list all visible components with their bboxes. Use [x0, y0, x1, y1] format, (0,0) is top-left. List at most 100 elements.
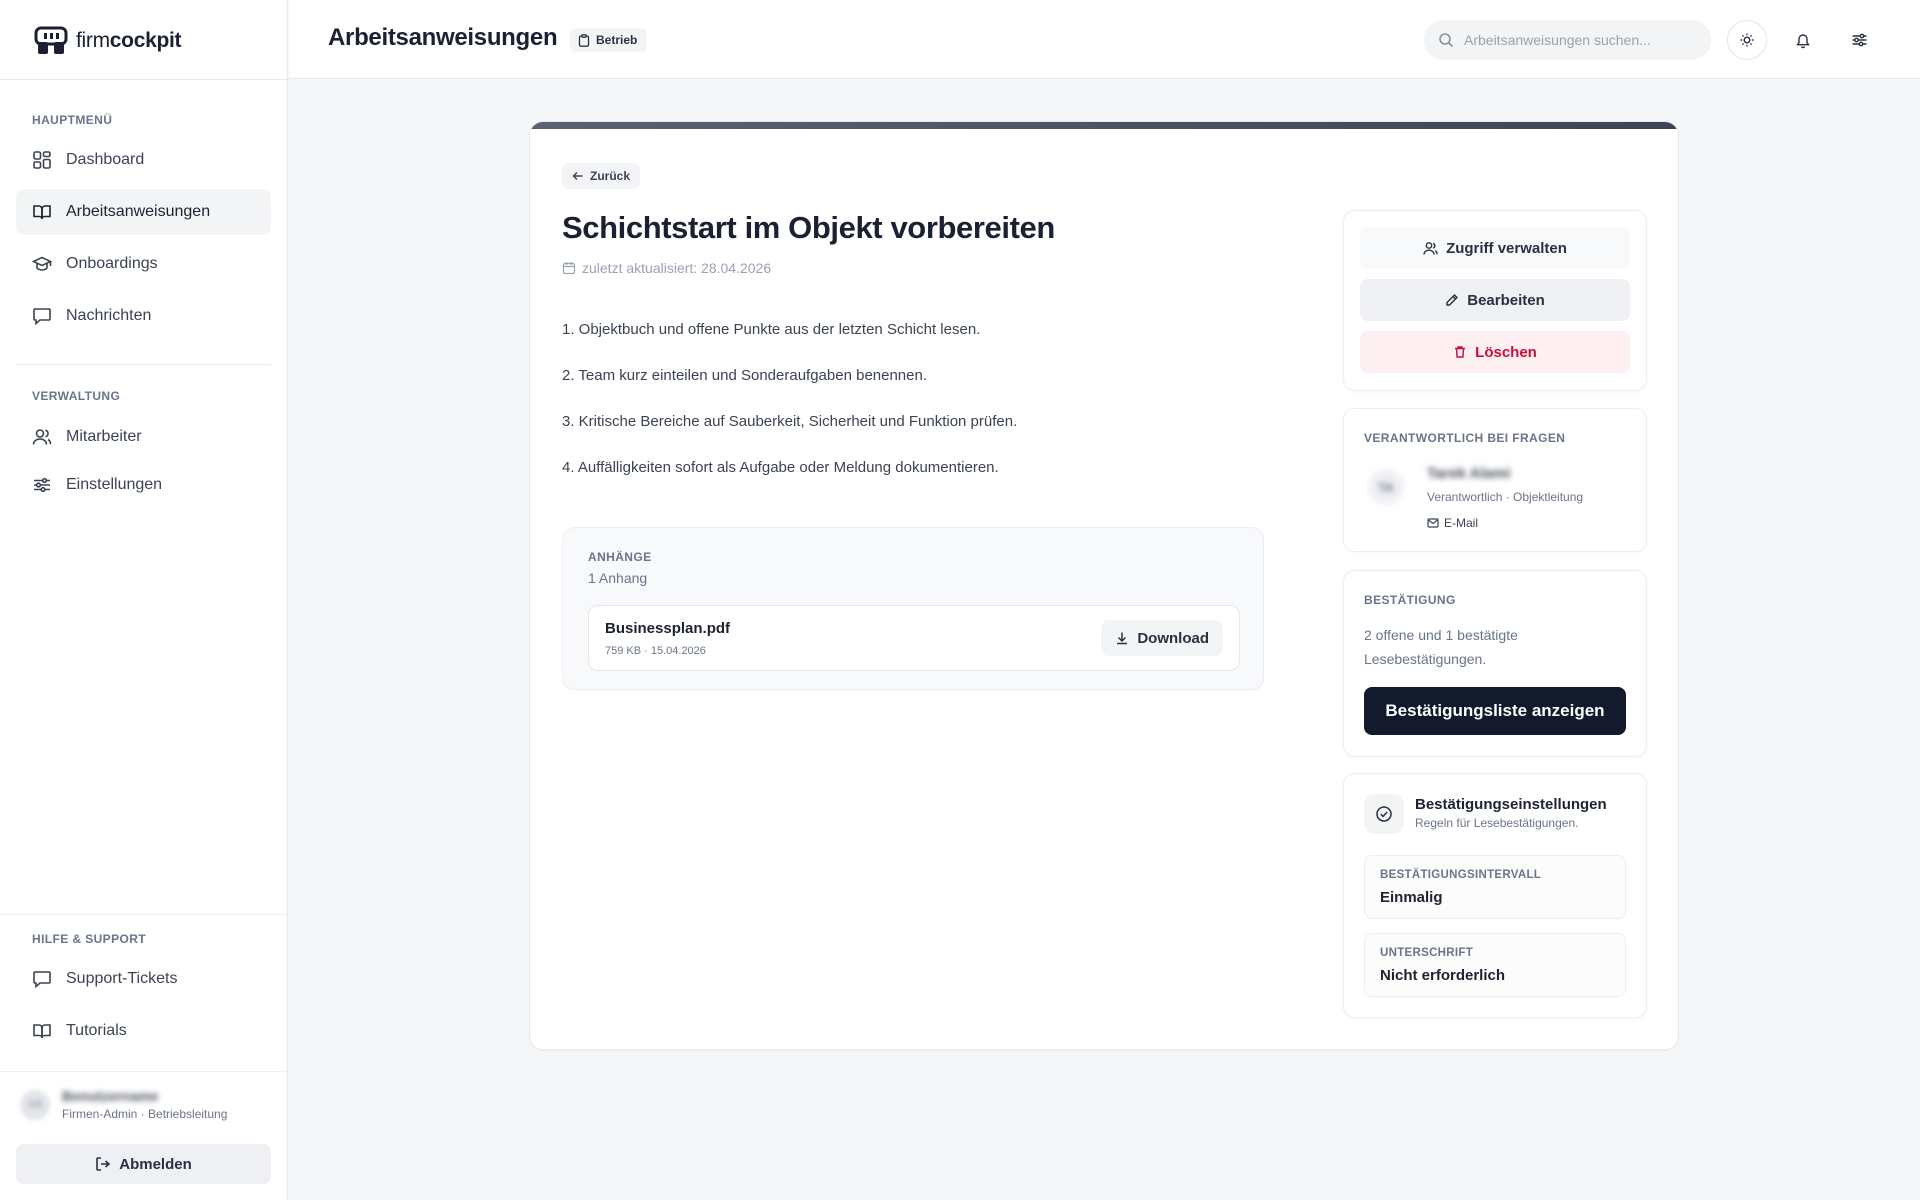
sidebar-item-label: Onboardings — [66, 255, 158, 272]
back-button[interactable]: Zurück — [562, 163, 641, 189]
divider — [16, 364, 271, 365]
interval-label: BESTÄTIGUNGSINTERVALL — [1380, 869, 1542, 881]
logout-label: Abmelden — [119, 1155, 192, 1173]
step-item: 1. Objektbuch und offene Punkte aus der … — [562, 321, 981, 338]
mail-icon — [1427, 518, 1439, 528]
interval-value: Einmalig — [1380, 889, 1443, 906]
bell-icon — [1796, 33, 1810, 48]
top-header: Arbeitsanweisungen Betrieb — [289, 0, 1920, 79]
attachments-label: ANHÄNGE — [588, 550, 652, 564]
instruction-card: Zurück Schichtstart im Objekt vorbereite… — [529, 121, 1679, 1050]
attachments-count: 1 Anhang — [588, 570, 648, 586]
sidebar-item-label: Mitarbeiter — [66, 428, 142, 445]
step-item: 4. Auffälligkeiten sofort als Aufgabe od… — [562, 459, 999, 476]
grid-icon — [33, 151, 51, 169]
user-icon — [1423, 241, 1438, 255]
book-icon — [33, 205, 51, 220]
contact-panel: VERANTWORTLICH BEI FRAGEN TA Tarek Alami… — [1343, 408, 1647, 552]
confirmation-panel: BESTÄTIGUNG 2 offene und 1 bestätigte Le… — [1343, 570, 1647, 757]
file-meta: 759 KB · 15.04.2026 — [605, 645, 706, 657]
search-input[interactable] — [1464, 32, 1684, 48]
arrow-left-icon — [572, 172, 583, 180]
contact-name: Tarek Alami — [1427, 465, 1511, 482]
sidebar-item-dashboard[interactable]: Dashboard — [16, 137, 271, 183]
check-circle-icon — [1364, 794, 1404, 834]
user-profile[interactable]: SB Benutzername Firmen-Admin · Betriebsl… — [20, 1088, 227, 1121]
back-label: Zurück — [590, 169, 631, 183]
theme-toggle-button[interactable] — [1727, 20, 1767, 60]
clipboard-icon — [578, 33, 590, 47]
logout-button[interactable]: Abmelden — [16, 1144, 271, 1184]
brand-logo[interactable]: firmcockpit — [34, 24, 182, 58]
instruction-steps: 1. Objektbuch und offene Punkte aus der … — [562, 321, 1262, 505]
sidebar-item-label: Nachrichten — [66, 307, 152, 324]
section-label-main: HAUPTMENÜ — [32, 113, 113, 127]
book-icon — [33, 1024, 51, 1039]
users-icon — [32, 429, 52, 445]
settings-title: Bestätigungseinstellungen — [1415, 796, 1607, 813]
show-confirmation-list-button[interactable]: Bestätigungsliste anzeigen — [1364, 687, 1626, 735]
section-label-admin: VERWALTUNG — [32, 389, 121, 403]
sun-icon — [1740, 33, 1754, 47]
sliders-icon — [34, 477, 50, 493]
confirmation-settings-panel: Bestätigungseinstellungen Regeln für Les… — [1343, 773, 1647, 1018]
sidebar-item-support-tickets[interactable]: Support-Tickets — [16, 956, 271, 1002]
attachment-item: Businessplan.pdf 759 KB · 15.04.2026 Dow… — [588, 605, 1240, 671]
pencil-icon — [1446, 294, 1459, 306]
divider — [0, 79, 288, 80]
sidebar-item-einstellungen[interactable]: Einstellungen — [16, 462, 271, 508]
notifications-button[interactable] — [1783, 20, 1823, 60]
avatar: TA — [1368, 469, 1404, 505]
divider — [0, 1071, 288, 1072]
download-icon — [1117, 632, 1128, 645]
sidebar-item-nachrichten[interactable]: Nachrichten — [16, 293, 271, 339]
sidebar-item-label: Tutorials — [66, 1022, 127, 1039]
settings-subtitle: Regeln für Lesebestätigungen. — [1415, 816, 1579, 830]
user-name: Benutzername — [62, 1088, 159, 1104]
contact-role: Verantwortlich · Objektleitung — [1427, 490, 1584, 504]
sidebar-item-label: Support-Tickets — [66, 970, 178, 987]
contact-email-link[interactable]: E-Mail — [1427, 516, 1478, 530]
sidebar-item-label: Dashboard — [66, 151, 145, 168]
delete-button[interactable]: Löschen — [1360, 331, 1630, 373]
attachments-section: ANHÄNGE 1 Anhang Businessplan.pdf 759 KB… — [562, 527, 1264, 690]
document-title: Schichtstart im Objekt vorbereiten — [562, 210, 1055, 245]
delete-label: Löschen — [1475, 343, 1537, 361]
sliders-icon — [1852, 33, 1866, 47]
contact-label: VERANTWORTLICH BEI FRAGEN — [1364, 431, 1566, 445]
page-title: Arbeitsanweisungen — [328, 24, 558, 51]
card-accent-bar — [530, 122, 1678, 129]
file-name: Businessplan.pdf — [605, 620, 731, 637]
search-bar[interactable] — [1424, 20, 1711, 60]
logout-icon — [96, 1157, 111, 1171]
avatar: SB — [20, 1089, 50, 1120]
category-badge: Betrieb — [570, 28, 648, 52]
signature-field: UNTERSCHRIFT Nicht erforderlich — [1364, 933, 1626, 997]
calendar-icon — [562, 262, 576, 275]
step-item: 3. Kritische Bereiche auf Sauberkeit, Si… — [562, 413, 1018, 430]
divider — [0, 914, 288, 915]
sidebar: firmcockpit HAUPTMENÜ Dashboard Arbeitsa… — [0, 0, 288, 1200]
last-updated: zuletzt aktualisiert: 28.04.2026 — [562, 260, 771, 276]
message-icon — [33, 971, 51, 989]
search-icon — [1439, 33, 1454, 48]
last-updated-text: zuletzt aktualisiert: 28.04.2026 — [582, 260, 772, 276]
edit-label: Bearbeiten — [1467, 291, 1545, 309]
sidebar-item-arbeitsanweisungen[interactable]: Arbeitsanweisungen — [16, 189, 271, 235]
edit-button[interactable]: Bearbeiten — [1360, 279, 1630, 321]
download-button[interactable]: Download — [1101, 620, 1223, 656]
manage-access-label: Zugriff verwalten — [1446, 239, 1567, 257]
email-label: E-Mail — [1444, 516, 1479, 530]
download-label: Download — [1137, 629, 1209, 647]
confirmation-summary: 2 offene und 1 bestätigte Lesebestätigun… — [1364, 627, 1518, 667]
sidebar-item-tutorials[interactable]: Tutorials — [16, 1008, 271, 1054]
message-icon — [33, 308, 51, 326]
firmcockpit-logo-icon — [34, 26, 68, 54]
user-role: Firmen-Admin · Betriebsleitung — [62, 1107, 228, 1121]
filter-settings-button[interactable] — [1839, 20, 1879, 60]
signature-label: UNTERSCHRIFT — [1380, 947, 1474, 959]
manage-access-button[interactable]: Zugriff verwalten — [1360, 227, 1630, 269]
sidebar-item-onboardings[interactable]: Onboardings — [16, 241, 271, 287]
sidebar-item-mitarbeiter[interactable]: Mitarbeiter — [16, 414, 271, 460]
sidebar-item-label: Einstellungen — [66, 476, 163, 493]
